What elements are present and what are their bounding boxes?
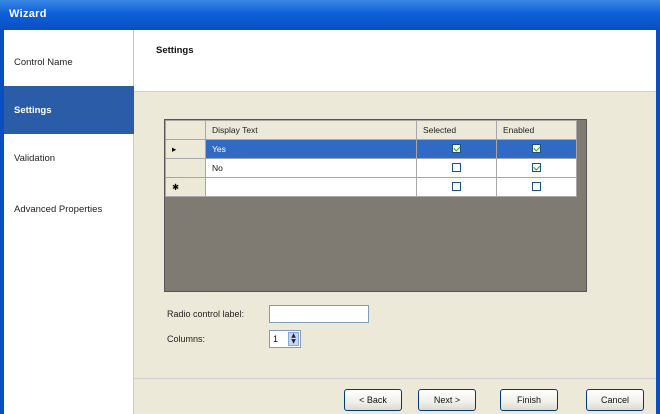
selected-checkbox[interactable] (452, 162, 461, 172)
selected-checkbox[interactable] (452, 143, 461, 153)
sidebar-item-label: Advanced Properties (14, 203, 103, 215)
display-text-cell[interactable]: No (205, 158, 417, 178)
sidebar-item-label: Settings (14, 104, 52, 116)
window-title: Wizard (9, 8, 47, 20)
back-button[interactable]: < Back (344, 389, 402, 411)
sidebar-item-label: Validation (14, 152, 56, 164)
row-header-corner (165, 120, 206, 140)
enabled-checkbox[interactable] (532, 143, 541, 153)
wizard-steps-sidebar: Control Name Settings Validation Advance… (4, 30, 134, 414)
enabled-checkbox[interactable] (532, 162, 541, 172)
selected-cell[interactable] (416, 139, 497, 159)
column-header-display-text[interactable]: Display Text (205, 120, 417, 140)
wizard-window: Wizard Control Name Settings Validation … (0, 0, 660, 414)
sidebar-item-settings[interactable]: Settings (4, 86, 134, 134)
window-border-right (656, 30, 660, 414)
table-row[interactable]: ▸ Yes (165, 139, 577, 159)
columns-stepper[interactable]: 1 ▲ ▼ (269, 330, 301, 348)
page-title: Settings (156, 45, 194, 56)
settings-panel: Display Text Selected Enabled ▸ Yes No ✱… (134, 92, 656, 378)
finish-button[interactable]: Finish (500, 389, 558, 411)
enabled-checkbox[interactable] (532, 181, 541, 191)
sidebar-item-control-name[interactable]: Control Name (4, 38, 134, 86)
options-grid[interactable]: Display Text Selected Enabled ▸ Yes No ✱ (164, 119, 587, 292)
enabled-cell[interactable] (496, 177, 577, 197)
title-bar[interactable]: Wizard (0, 0, 660, 30)
columns-value: 1 (273, 334, 279, 344)
columns-label: Columns: (167, 334, 206, 344)
next-button[interactable]: Next > (418, 389, 476, 411)
row-indicator-icon[interactable]: ▸ (165, 139, 206, 159)
stepper-arrows-icon[interactable]: ▲ ▼ (288, 332, 299, 346)
table-row-new[interactable]: ✱ (165, 177, 577, 197)
table-header-row: Display Text Selected Enabled (165, 120, 577, 140)
table-row[interactable]: No (165, 158, 577, 178)
selected-cell[interactable] (416, 158, 497, 178)
row-indicator-icon[interactable] (165, 158, 206, 178)
sidebar-item-validation[interactable]: Validation (4, 134, 134, 182)
enabled-cell[interactable] (496, 139, 577, 159)
page-header: Settings (134, 30, 656, 92)
enabled-cell[interactable] (496, 158, 577, 178)
selected-checkbox[interactable] (452, 181, 461, 191)
new-row-icon[interactable]: ✱ (165, 177, 206, 197)
radio-control-label-input[interactable] (269, 305, 369, 323)
display-text-cell[interactable]: Yes (205, 139, 417, 159)
selected-cell[interactable] (416, 177, 497, 197)
sidebar-item-advanced-properties[interactable]: Advanced Properties (4, 185, 134, 233)
options-table: Display Text Selected Enabled ▸ Yes No ✱ (165, 120, 577, 197)
wizard-footer: < Back Next > Finish Cancel (134, 378, 656, 414)
column-header-selected[interactable]: Selected (416, 120, 497, 140)
column-header-enabled[interactable]: Enabled (496, 120, 577, 140)
display-text-cell[interactable] (205, 177, 417, 197)
sidebar-item-label: Control Name (14, 56, 73, 68)
cancel-button[interactable]: Cancel (586, 389, 644, 411)
radio-control-label-label: Radio control label: (167, 309, 245, 319)
